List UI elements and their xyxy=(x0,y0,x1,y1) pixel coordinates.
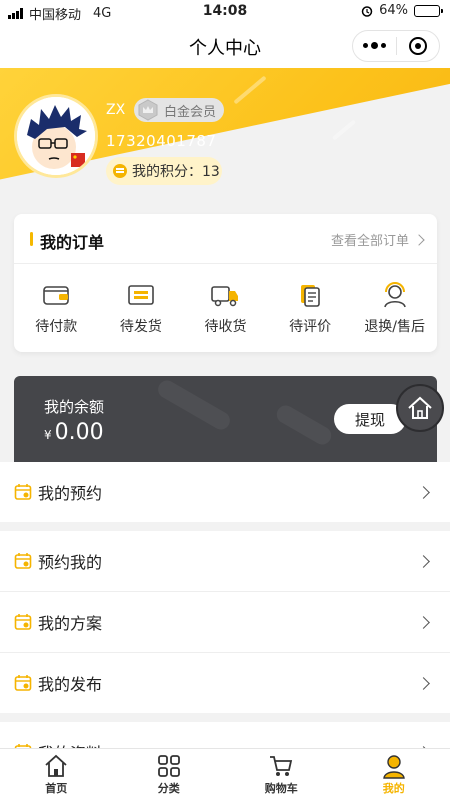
order-status-label: 待付款 xyxy=(35,319,78,335)
order-status-label: 待发货 xyxy=(119,319,162,335)
order-status-label: 待评价 xyxy=(289,319,332,335)
menu-item-appointments-to-me[interactable]: 预约我的 xyxy=(0,531,450,591)
tab-cart[interactable]: 购物车 xyxy=(225,749,338,800)
menu-item-label: 我的发布 xyxy=(38,675,103,694)
currency-symbol: ¥ xyxy=(44,428,52,442)
tab-category[interactable]: 分类 xyxy=(113,749,226,800)
avatar-image xyxy=(17,97,95,175)
menu-item-my-posts[interactable]: 我的发布 xyxy=(0,653,450,713)
tab-label: 首页 xyxy=(45,782,68,795)
order-status-pending-receipt[interactable]: 待收货 xyxy=(183,264,268,352)
decor-stripe xyxy=(154,377,234,433)
category-icon xyxy=(157,755,180,777)
home-icon xyxy=(408,396,432,419)
user-phone: 17320401787 xyxy=(106,132,217,150)
menu-item-label: 我的预约 xyxy=(38,484,103,503)
order-status-list: 待付款 待发货 待收货 待评价 退换/售后 xyxy=(14,264,437,352)
nav-bar: 个人中心 xyxy=(0,24,450,68)
home-icon xyxy=(45,754,67,777)
decor-streak xyxy=(233,75,267,105)
balance-label: 我的余额 xyxy=(44,398,105,416)
decor-streak xyxy=(331,119,357,141)
orders-header: 我的订单 查看全部订单 xyxy=(14,214,437,264)
points-badge[interactable]: 我的积分：13 xyxy=(106,157,222,185)
calendar-icon xyxy=(14,614,32,630)
membership-badge: 白金会员 xyxy=(134,98,224,122)
calendar-icon xyxy=(14,675,32,691)
menu-item-label: 我的方案 xyxy=(38,614,103,633)
menu-item-my-appointments[interactable]: 我的预约 xyxy=(0,462,450,522)
package-icon xyxy=(128,285,154,305)
status-right: 64% xyxy=(361,3,443,18)
avatar[interactable] xyxy=(14,94,98,178)
tab-label: 购物车 xyxy=(264,782,298,795)
orders-card: 我的订单 查看全部订单 待付款 待发货 待收货 待评价 退换/售后 xyxy=(14,214,437,352)
points-label-text: 我的积分： xyxy=(132,164,202,180)
alarm-icon xyxy=(361,5,373,17)
order-status-after-sales[interactable]: 退换/售后 xyxy=(352,264,437,352)
cart-icon xyxy=(270,756,293,776)
view-all-label: 查看全部订单 xyxy=(330,234,409,249)
truck-icon xyxy=(211,286,239,307)
close-button[interactable] xyxy=(397,37,440,55)
calendar-icon xyxy=(14,553,32,569)
battery-icon xyxy=(414,4,443,17)
floating-home-button[interactable] xyxy=(396,384,444,432)
order-status-pending-review[interactable]: 待评价 xyxy=(268,264,353,352)
coin-icon xyxy=(113,164,127,178)
more-icon[interactable] xyxy=(353,42,396,49)
close-icon xyxy=(408,37,427,55)
tab-label: 我的 xyxy=(382,782,405,795)
view-all-orders-link[interactable]: 查看全部订单 xyxy=(330,230,425,249)
decor-stripe xyxy=(273,402,335,448)
tab-home[interactable]: 首页 xyxy=(0,749,113,800)
wallet-icon xyxy=(43,286,70,305)
status-bar: 中国移动 4G 14:08 64% xyxy=(0,0,450,24)
points-label: 我的积分：13 xyxy=(132,161,220,181)
chevron-right-icon xyxy=(417,616,430,629)
tab-mine[interactable]: 我的 xyxy=(338,749,450,800)
user-icon xyxy=(382,755,405,779)
chevron-right-icon xyxy=(417,677,430,690)
membership-label: 白金会员 xyxy=(164,104,217,120)
orders-title: 我的订单 xyxy=(30,229,104,253)
chevron-right-icon xyxy=(413,233,425,246)
order-status-pending-payment[interactable]: 待付款 xyxy=(14,264,99,352)
tab-label: 分类 xyxy=(157,782,180,795)
crown-icon xyxy=(138,99,158,121)
menu-item-label: 预约我的 xyxy=(38,553,103,572)
review-icon xyxy=(301,285,320,307)
order-status-label: 退换/售后 xyxy=(364,319,426,335)
chevron-right-icon xyxy=(417,486,430,499)
points-value: 13 xyxy=(202,164,220,180)
menu-item-my-plans[interactable]: 我的方案 xyxy=(0,592,450,652)
mini-program-capsule xyxy=(352,30,440,62)
balance-value: 0.00 xyxy=(54,420,104,445)
user-name: ZX xyxy=(106,102,126,118)
calendar-icon xyxy=(14,484,32,500)
balance-amount: ¥ 0.00 xyxy=(44,420,104,445)
bottom-tab-bar: 首页 分类 购物车 我的 xyxy=(0,748,450,800)
chevron-right-icon xyxy=(417,555,430,568)
battery-percent: 64% xyxy=(379,3,408,18)
service-icon xyxy=(383,282,406,308)
order-status-label: 待收货 xyxy=(204,319,247,335)
order-status-pending-shipment[interactable]: 待发货 xyxy=(99,264,184,352)
